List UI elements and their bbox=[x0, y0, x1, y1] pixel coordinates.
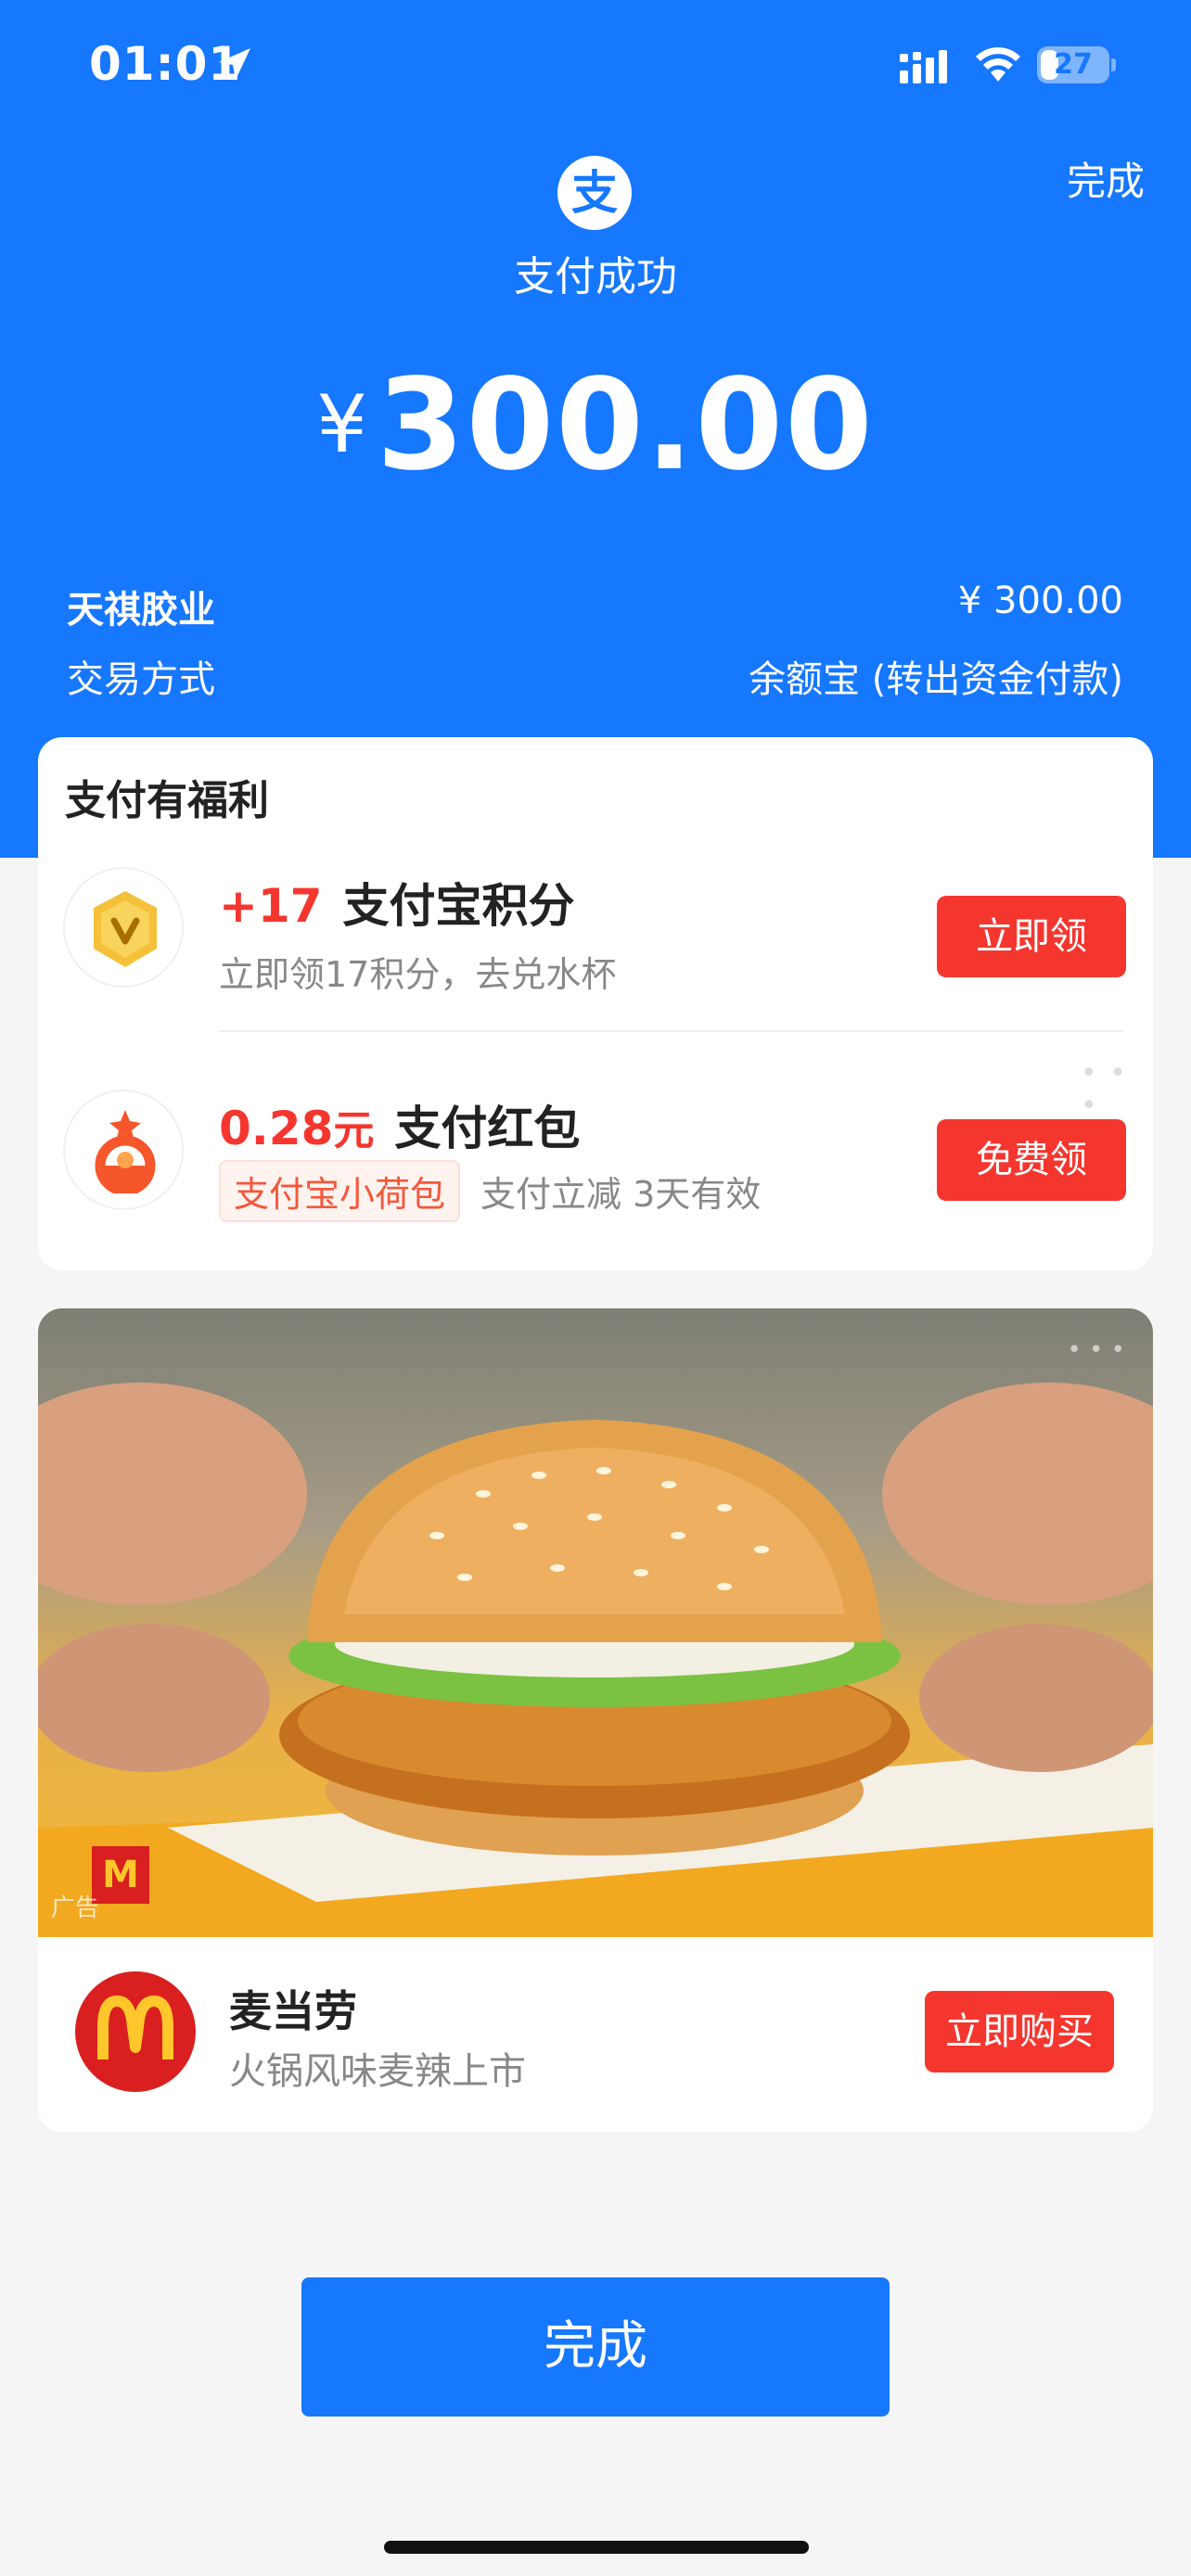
red-packet-subtitle: 支付立减 3天有效 bbox=[480, 1174, 762, 1215]
merchant-name: 天祺胶业 bbox=[67, 589, 215, 631]
red-packet-amount: 0.28元 bbox=[219, 1102, 375, 1155]
points-label: 支付宝积分 bbox=[342, 879, 575, 933]
payment-status-text: 支付成功 bbox=[514, 253, 677, 300]
payment-method-value: 余额宝 (转出资金付款) bbox=[749, 658, 1123, 701]
merchant-amount: ¥ 300.00 bbox=[957, 580, 1123, 622]
mcdonalds-logo-icon bbox=[75, 1971, 196, 2092]
benefits-title: 支付有福利 bbox=[65, 777, 269, 824]
red-packet-icon-container bbox=[63, 1090, 184, 1210]
amount-value: 300.00 bbox=[376, 352, 875, 499]
payment-amount: ¥300.00 bbox=[0, 352, 1191, 499]
cellular-signal-icon bbox=[900, 50, 947, 83]
points-icon-container bbox=[63, 867, 184, 988]
brand-subtitle: 火锅风味麦辣上市 bbox=[229, 2050, 526, 2093]
ad-more-icon[interactable]: • • • bbox=[1067, 1336, 1125, 1364]
mcdonalds-small-logo: M bbox=[92, 1846, 149, 1904]
ad-label: 广告 bbox=[51, 1894, 100, 1922]
burger-illustration bbox=[38, 1383, 1153, 1937]
golden-arches-icon bbox=[97, 1996, 173, 2060]
points-coin-icon bbox=[94, 891, 157, 967]
claim-red-packet-button[interactable]: 免费领 bbox=[937, 1119, 1126, 1201]
wallet-tag: 支付宝小荷包 bbox=[219, 1160, 461, 1222]
red-packet-title: 0.28元 支付红包 bbox=[219, 1091, 580, 1158]
brand-name: 麦当劳 bbox=[229, 1986, 357, 2036]
battery-tip bbox=[1111, 58, 1116, 71]
alipay-logo-icon: 支 bbox=[557, 156, 632, 230]
points-subtitle: 立即领17积分，去兑水杯 bbox=[219, 954, 617, 995]
currency-symbol: ¥ bbox=[316, 378, 367, 471]
claim-points-button[interactable]: 立即领 bbox=[937, 896, 1126, 977]
payment-method-label: 交易方式 bbox=[67, 658, 215, 701]
red-packet-label: 支付红包 bbox=[394, 1102, 581, 1155]
location-arrow-icon bbox=[219, 48, 250, 80]
battery-icon: 27 bbox=[1037, 46, 1109, 83]
points-title: +17 支付宝积分 bbox=[219, 869, 574, 936]
red-packet-subtitle-row: 支付宝小荷包 支付立减 3天有效 bbox=[219, 1160, 761, 1222]
battery-percent: 27 bbox=[1054, 48, 1093, 81]
divider bbox=[219, 1030, 1123, 1032]
done-top-button[interactable]: 完成 bbox=[1067, 150, 1145, 207]
red-packet-unit: 元 bbox=[333, 1107, 375, 1154]
home-indicator bbox=[384, 2541, 809, 2554]
red-packet-icon bbox=[95, 1110, 156, 1193]
ad-card[interactable]: M 广告 • • • 麦当劳 火锅风味麦辣上市 立即购买 bbox=[38, 1308, 1153, 2132]
burger-ad-image[interactable]: M 广告 • • • bbox=[38, 1308, 1153, 1937]
buy-now-button[interactable]: 立即购买 bbox=[925, 1991, 1114, 2072]
done-button[interactable]: 完成 bbox=[301, 2277, 890, 2417]
more-options-icon[interactable]: • • • bbox=[1081, 1057, 1153, 1122]
benefits-card: 支付有福利 +17 支付宝积分 立即领17积分，去兑水杯 立即领 • • • 0.… bbox=[38, 737, 1153, 1270]
points-amount: +17 bbox=[219, 879, 323, 933]
wifi-icon bbox=[976, 47, 1020, 82]
